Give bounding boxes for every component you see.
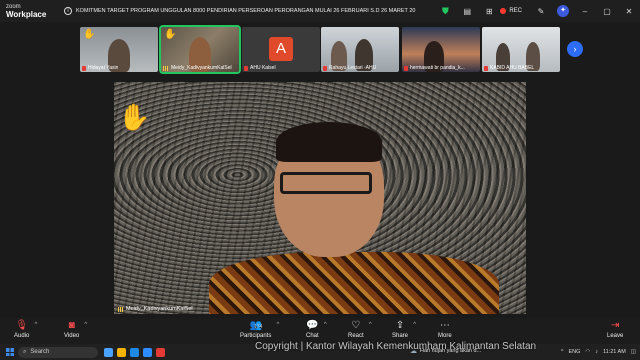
mic-muted-icon xyxy=(82,65,86,71)
recording-indicator[interactable]: REC xyxy=(500,8,522,14)
participant-tile[interactable]: ✋ Hidayat Yasin xyxy=(80,27,158,72)
notification-icon[interactable]: ◫ xyxy=(631,349,636,355)
chevron-up-icon[interactable]: ^ xyxy=(369,322,372,328)
taskbar-search[interactable]: ⌕ Search xyxy=(18,346,98,358)
participants-button[interactable]: 👥 174 Participants ^ xyxy=(240,320,279,339)
mic-muted-icon xyxy=(323,65,327,71)
leave-icon: ⇥ xyxy=(610,320,620,331)
system-tray: ^ ENG ◠ ♪ 11:21 AM ◫ xyxy=(560,349,636,355)
leave-button[interactable]: ⇥ Leave xyxy=(607,320,623,339)
chevron-up-icon[interactable]: ^ xyxy=(35,322,38,328)
raised-hand-icon: ✋ xyxy=(118,102,151,132)
chat-icon: 💬 xyxy=(306,320,319,331)
close-icon[interactable]: ✕ xyxy=(618,7,640,16)
video-button[interactable]: ◙ Video ^ xyxy=(64,320,87,339)
speaker-name-label: Meidy_KadivyankumKalSel xyxy=(118,306,193,312)
view-grid-icon[interactable]: ▤ xyxy=(456,7,478,16)
react-button[interactable]: ♡ React ^ xyxy=(348,320,372,339)
minimize-icon[interactable]: – xyxy=(574,7,596,16)
participant-strip: ✋ Hidayat Yasin ✋ Meidy_KadivyankumKalSe… xyxy=(0,22,640,78)
chat-button[interactable]: 💬 Chat ^ xyxy=(306,320,327,339)
active-speaker-video[interactable]: ✋ Meidy_KadivyankumKalSel xyxy=(114,82,526,314)
raised-hand-icon: ✋ xyxy=(83,29,96,40)
react-icon: ♡ xyxy=(351,320,361,331)
share-button[interactable]: ⇪ Share ^ xyxy=(392,320,416,339)
chevron-up-icon[interactable]: ^ xyxy=(324,322,327,328)
microphone-muted-icon: 🎙 xyxy=(15,320,29,331)
chevron-up-icon[interactable]: ^ xyxy=(561,349,564,355)
next-page-button[interactable]: › xyxy=(567,41,583,57)
maximize-icon[interactable]: ▢ xyxy=(596,7,618,16)
weather-widget[interactable]: ☁ Hari hujan yang akan d... xyxy=(410,347,481,355)
audio-level-icon xyxy=(118,306,124,312)
volume-icon[interactable]: ♪ xyxy=(595,349,598,355)
windows-start-icon[interactable] xyxy=(6,348,14,356)
zoom-logo: zoom Workplace xyxy=(6,4,47,19)
participant-tile[interactable]: KABID AHU BABEL xyxy=(482,27,560,72)
participant-tile[interactable]: hermawati br pandia_k... xyxy=(402,27,480,72)
copyright-watermark: Copyright | Kantor Wilayah Kemenkumham K… xyxy=(255,341,537,352)
participant-tile-active[interactable]: ✋ Meidy_KadivyankumKalSel xyxy=(159,25,241,74)
main-stage: ✋ Meidy_KadivyankumKalSel xyxy=(0,78,640,318)
ai-companion-icon[interactable]: ✦ xyxy=(557,5,569,17)
chrome-icon[interactable] xyxy=(156,347,165,357)
mic-muted-icon xyxy=(484,65,488,71)
wifi-icon[interactable]: ◠ xyxy=(585,349,590,355)
edge-icon[interactable] xyxy=(130,347,139,357)
chevron-up-icon[interactable]: ^ xyxy=(84,322,87,328)
info-icon[interactable]: i xyxy=(64,7,72,15)
avatar: A xyxy=(269,37,293,61)
edit-icon[interactable]: ✎ xyxy=(530,7,552,16)
participant-tile[interactable]: A AHU Kalsel xyxy=(242,27,320,72)
chevron-up-icon[interactable]: ^ xyxy=(413,322,416,328)
audio-level-icon xyxy=(163,65,169,71)
camera-off-icon: ◙ xyxy=(68,320,75,331)
glasses xyxy=(280,172,372,194)
more-button[interactable]: ⋯ More xyxy=(438,320,452,339)
chevron-up-icon[interactable]: ^ xyxy=(277,322,280,328)
audio-button[interactable]: 🎙 Audio ^ xyxy=(14,320,37,339)
clock[interactable]: 11:21 AM xyxy=(603,349,626,355)
search-icon: ⌕ xyxy=(23,348,27,355)
zoom-taskbar-icon[interactable] xyxy=(143,347,152,357)
more-icon: ⋯ xyxy=(439,320,450,331)
raised-hand-icon: ✋ xyxy=(164,29,177,40)
share-screen-icon: ⇪ xyxy=(395,320,405,331)
participant-tile[interactable]: Rahayu Lestari -AHU xyxy=(321,27,399,72)
file-explorer-icon[interactable] xyxy=(117,347,126,357)
task-view-icon[interactable] xyxy=(104,347,113,357)
cloud-rain-icon: ☁ xyxy=(410,348,417,355)
record-dot-icon xyxy=(500,8,507,14)
meeting-banner: KOMITMEN TARGET PROGRAM UNGGULAN 8000 PE… xyxy=(76,8,416,14)
mic-muted-icon xyxy=(244,65,248,71)
zoom-apps-icon[interactable]: ⊞ xyxy=(478,7,500,16)
title-bar: zoom Workplace i KOMITMEN TARGET PROGRAM… xyxy=(0,0,640,22)
speaker-body xyxy=(209,252,499,314)
encryption-shield-icon[interactable]: ⛊ xyxy=(434,6,456,17)
mic-muted-icon xyxy=(404,65,408,71)
